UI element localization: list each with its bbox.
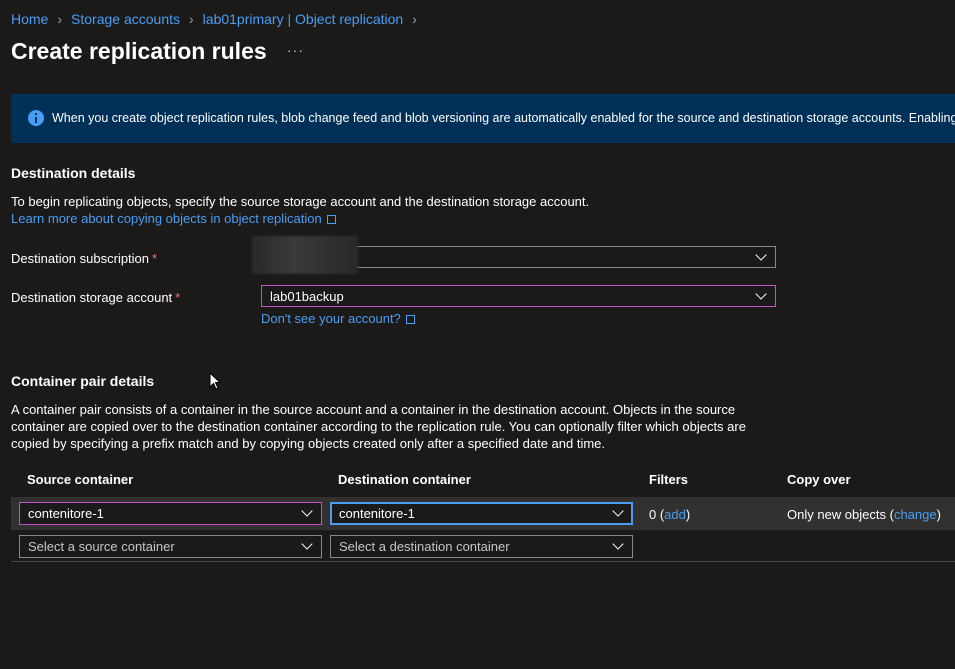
destination-details-title: Destination details xyxy=(11,165,136,181)
new-destination-container-dropdown[interactable]: Select a destination container xyxy=(330,535,633,558)
destination-storage-value: lab01backup xyxy=(270,289,344,304)
destination-subscription-label: Destination subscription * xyxy=(11,251,157,266)
chevron-down-icon xyxy=(612,538,624,550)
breadcrumb-lab01primary[interactable]: lab01primary | Object replication xyxy=(203,11,404,27)
filters-close: ) xyxy=(685,507,691,522)
container-pair-description: A container pair consists of a container… xyxy=(11,402,746,451)
column-source-container: Source container xyxy=(27,472,134,487)
chevron-right-icon: › xyxy=(189,11,194,27)
chevron-down-icon xyxy=(755,288,767,300)
destination-container-value: contenitore-1 xyxy=(339,506,415,521)
required-marker: * xyxy=(152,251,158,266)
add-filter-link[interactable]: add xyxy=(664,507,686,522)
page-title: Create replication rules xyxy=(11,38,267,64)
learn-more-link-row: Learn more about copying objects in obje… xyxy=(11,210,336,227)
chevron-down-icon xyxy=(755,249,767,261)
column-destination-container: Destination container xyxy=(338,472,471,487)
destination-subscription-label-text: Destination subscription xyxy=(11,251,150,266)
filters-cell: 0 (add) xyxy=(649,507,690,522)
new-source-container-dropdown[interactable]: Select a source container xyxy=(19,535,322,558)
external-link-icon xyxy=(405,315,415,324)
dont-see-account-link[interactable]: Don't see your account? xyxy=(261,311,401,326)
breadcrumb-storage-accounts[interactable]: Storage accounts xyxy=(71,11,180,27)
copy-over-close: ) xyxy=(936,507,941,522)
copy-over-cell: Only new objects (change) xyxy=(787,507,941,522)
breadcrumb: Home › Storage accounts › lab01primary |… xyxy=(11,11,426,27)
table-divider xyxy=(11,561,955,562)
chevron-right-icon: › xyxy=(57,11,63,27)
column-filters: Filters xyxy=(649,472,689,487)
destination-storage-label-text: Destination storage account xyxy=(11,290,173,305)
source-container-value: contenitore-1 xyxy=(28,506,104,521)
source-container-dropdown[interactable]: contenitore-1 xyxy=(19,502,322,525)
destination-description: To begin replicating objects, specify th… xyxy=(11,194,590,209)
chevron-down-icon xyxy=(301,538,313,550)
learn-more-link[interactable]: Learn more about copying objects in obje… xyxy=(11,211,322,226)
chevron-right-icon: › xyxy=(412,11,417,27)
destination-container-dropdown[interactable]: contenitore-1 xyxy=(330,502,633,525)
copy-over-value: Only new objects ( xyxy=(787,507,894,522)
external-link-icon xyxy=(326,215,336,224)
source-container-placeholder: Select a source container xyxy=(28,539,175,554)
change-copy-over-link[interactable]: change xyxy=(894,507,937,522)
filters-count: 0 ( xyxy=(649,507,665,522)
dont-see-account-row: Don't see your account? xyxy=(261,310,415,327)
chevron-down-icon xyxy=(612,505,624,517)
breadcrumb-home[interactable]: Home xyxy=(11,11,48,27)
mouse-cursor-icon xyxy=(209,372,221,390)
info-banner: When you create object replication rules… xyxy=(11,94,955,143)
banner-text: When you create object replication rules… xyxy=(52,111,955,125)
destination-container-placeholder: Select a destination container xyxy=(339,539,510,554)
container-pair-title: Container pair details xyxy=(11,373,155,389)
column-copy-over: Copy over xyxy=(787,472,851,487)
info-icon xyxy=(28,110,44,126)
destination-storage-dropdown[interactable]: lab01backup xyxy=(261,285,776,307)
destination-storage-label: Destination storage account * xyxy=(11,290,180,305)
more-options-button[interactable]: ··· xyxy=(287,42,304,58)
redacted-subscription-blur xyxy=(252,236,358,274)
required-marker: * xyxy=(175,290,181,305)
chevron-down-icon xyxy=(301,505,313,517)
